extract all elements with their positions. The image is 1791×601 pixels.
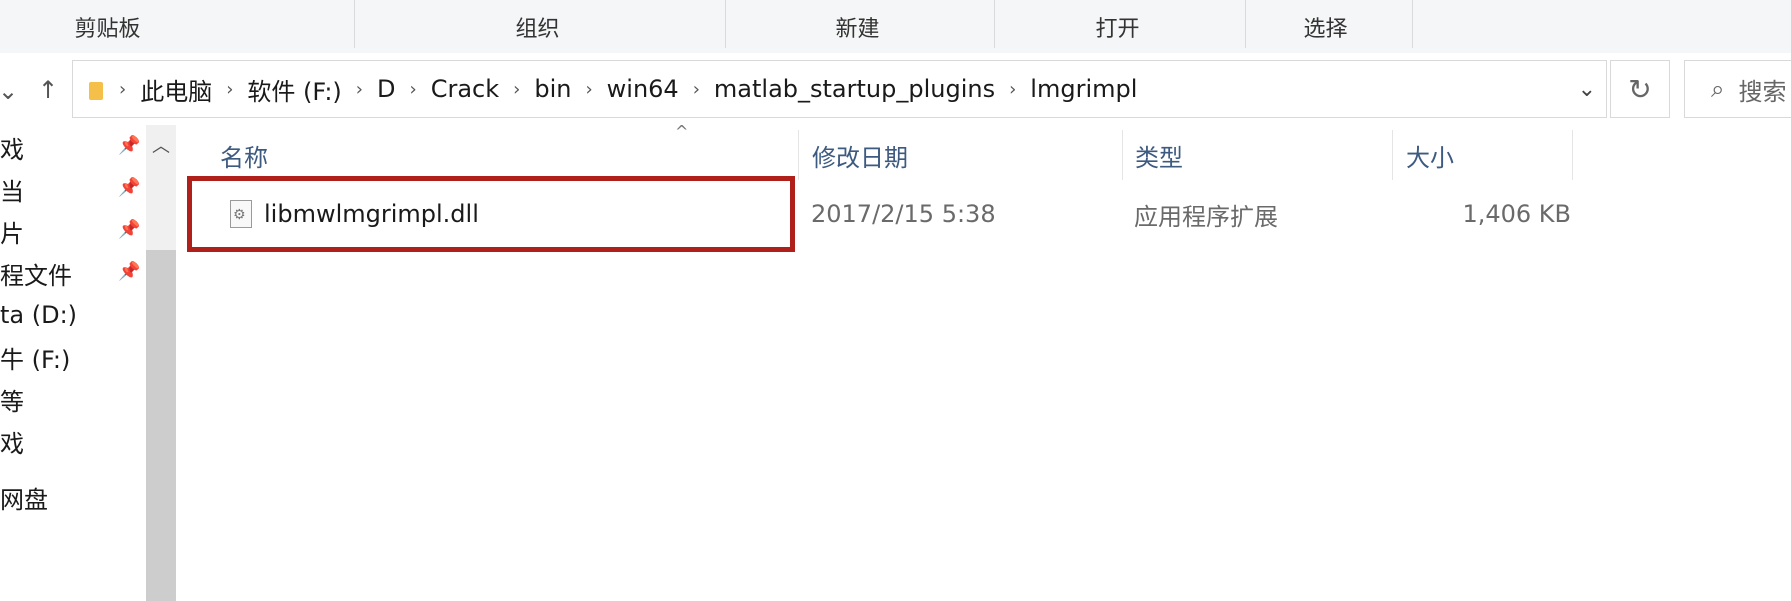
nav-item[interactable]: 片 xyxy=(0,209,24,253)
column-header-row: ^ 名称 修改日期 类型 大小 xyxy=(185,122,1791,180)
ribbon-divider xyxy=(725,0,726,48)
ribbon: 剪贴板 组织 新建 打开 选择 xyxy=(0,0,1791,54)
chevron-right-icon[interactable]: › xyxy=(113,79,132,100)
chevron-right-icon[interactable]: › xyxy=(350,79,369,100)
scroll-up-button[interactable]: ︿ xyxy=(146,130,176,160)
address-history-dropdown[interactable]: ⌄ xyxy=(1578,61,1596,117)
ribbon-group-select[interactable]: 选择 xyxy=(1258,0,1393,53)
breadcrumb-bin[interactable]: bin xyxy=(526,75,579,103)
column-divider[interactable] xyxy=(1572,130,1573,180)
search-input[interactable]: ⌕ 搜索 xyxy=(1684,60,1791,118)
column-header-type[interactable]: 类型 xyxy=(1135,130,1395,180)
nav-item[interactable]: 戏 xyxy=(0,125,24,169)
file-modified-date: 2017/2/15 5:38 xyxy=(811,200,996,228)
nav-item-label: 当 xyxy=(0,177,24,206)
refresh-icon: ↻ xyxy=(1628,72,1652,106)
file-type: 应用程序扩展 xyxy=(1134,202,1278,231)
file-size: 1,406 KB xyxy=(1462,200,1571,228)
up-button[interactable]: ↑ xyxy=(30,72,66,108)
breadcrumb-win64[interactable]: win64 xyxy=(599,75,687,103)
ribbon-group-organize[interactable]: 组织 xyxy=(470,0,605,53)
pin-icon: 📌 xyxy=(118,135,141,156)
nav-item-drive-f[interactable]: 牛 (F:) xyxy=(0,335,70,379)
breadcrumb: › 此电脑 › 软件 (F:) › D › Crack › bin › win6… xyxy=(73,61,1145,117)
ribbon-group-new[interactable]: 新建 xyxy=(790,0,925,53)
chevron-right-icon[interactable]: › xyxy=(220,79,239,100)
ribbon-group-clipboard[interactable]: 剪贴板 xyxy=(40,0,175,53)
ribbon-divider xyxy=(354,0,355,48)
address-bar[interactable]: › 此电脑 › 软件 (F:) › D › Crack › bin › win6… xyxy=(72,60,1607,118)
breadcrumb-lmgrimpl[interactable]: lmgrimpl xyxy=(1022,75,1145,103)
chevron-right-icon[interactable]: › xyxy=(579,79,598,100)
highlight-box: libmwlmgrimpl.dll xyxy=(187,176,795,252)
nav-item-label: 等 xyxy=(0,387,24,416)
search-placeholder: 搜索 xyxy=(1738,77,1787,106)
nav-item-drive-d[interactable]: ta (D:) xyxy=(0,293,77,337)
column-divider[interactable] xyxy=(1392,130,1393,180)
navigation-pane: 戏 📌 当 📌 片 📌 程文件 📌 ta (D:) 牛 (F:) 等 戏 网盘 xyxy=(0,125,146,601)
refresh-button[interactable]: ↻ xyxy=(1610,60,1670,118)
breadcrumb-drive-f[interactable]: 软件 (F:) xyxy=(239,72,349,107)
nav-item-label: 牛 (F:) xyxy=(0,345,71,374)
breadcrumb-matlab-startup-plugins[interactable]: matlab_startup_plugins xyxy=(706,75,1003,103)
nav-item-cloud-drive[interactable]: 网盘 xyxy=(0,475,48,519)
nav-item-label: 戏 xyxy=(0,429,24,458)
breadcrumb-d[interactable]: D xyxy=(369,75,403,103)
nav-item-label: 片 xyxy=(0,219,24,248)
nav-item-label: ta (D:) xyxy=(0,301,78,329)
pin-icon: 📌 xyxy=(118,219,141,240)
column-divider[interactable] xyxy=(1122,130,1123,180)
chevron-right-icon[interactable]: › xyxy=(507,79,526,100)
nav-item-label: 戏 xyxy=(0,135,24,164)
up-arrow-icon: ↑ xyxy=(37,76,59,104)
chevron-right-icon[interactable]: › xyxy=(403,79,422,100)
recent-locations-button[interactable]: ⌄ xyxy=(0,74,19,108)
breadcrumb-this-pc[interactable]: 此电脑 xyxy=(132,72,220,107)
file-name[interactable]: libmwlmgrimpl.dll xyxy=(264,200,479,228)
chevron-right-icon[interactable]: › xyxy=(687,79,706,100)
chevron-up-icon: ︿ xyxy=(152,136,170,157)
nav-item[interactable]: 等 xyxy=(0,377,24,421)
nav-item-label: 网盘 xyxy=(0,485,48,514)
file-row[interactable]: libmwlmgrimpl.dll 2017/2/15 5:38 应用程序扩展 … xyxy=(185,176,1655,252)
chevron-right-icon[interactable]: › xyxy=(1003,79,1022,100)
nav-item[interactable]: 当 xyxy=(0,167,24,211)
breadcrumb-crack[interactable]: Crack xyxy=(423,75,507,103)
pin-icon: 📌 xyxy=(118,177,141,198)
folder-icon xyxy=(89,78,103,100)
ribbon-group-open[interactable]: 打开 xyxy=(1050,0,1185,53)
column-header-size[interactable]: 大小 xyxy=(1406,130,1556,180)
nav-item[interactable]: 戏 xyxy=(0,419,24,463)
scrollbar-thumb[interactable] xyxy=(146,250,176,601)
ribbon-divider xyxy=(1245,0,1246,48)
dll-file-icon xyxy=(230,200,252,228)
ribbon-divider xyxy=(1412,0,1413,48)
nav-item[interactable]: 程文件 xyxy=(0,251,72,295)
column-header-modified[interactable]: 修改日期 xyxy=(812,130,1112,180)
chevron-down-icon: ⌄ xyxy=(1577,76,1596,102)
chevron-down-icon: ⌄ xyxy=(0,77,19,105)
search-icon: ⌕ xyxy=(1711,75,1725,103)
column-header-name[interactable]: 名称 xyxy=(220,130,780,180)
nav-item-label: 程文件 xyxy=(0,261,72,290)
column-divider[interactable] xyxy=(798,130,799,180)
pin-icon: 📌 xyxy=(118,261,141,282)
ribbon-divider xyxy=(994,0,995,48)
